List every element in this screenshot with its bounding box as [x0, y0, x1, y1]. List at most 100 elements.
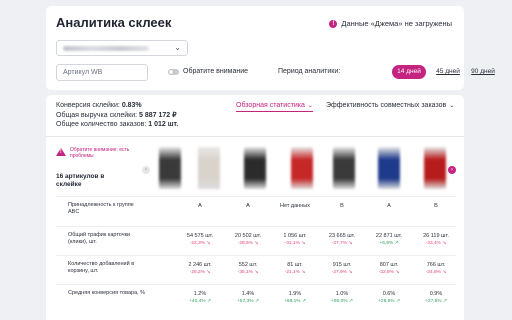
cell-value: 0.9%: [459, 291, 464, 298]
cell-delta: -27,9% ↘: [331, 270, 353, 275]
cell-value: 0.6%: [382, 291, 396, 297]
product-thumbnail[interactable]: [378, 147, 400, 189]
cell-value: B: [434, 203, 438, 209]
glue-select[interactable]: ⌄: [56, 40, 188, 56]
summary-stats: Конверсия склейки: 0.83% Общая выручка с…: [56, 101, 178, 130]
row-label: Количество добавлений в корзину, шт.: [68, 261, 135, 274]
table-cell: 807 шт. -22,8% ↘: [368, 262, 410, 276]
cell-value: 30 480 шт.: [459, 233, 464, 240]
table-cell: 54 575 шт. -22,3% ↘: [179, 233, 221, 247]
cell-delta: -28,6% ↘: [237, 241, 259, 246]
articles-count-line1: 16 артикулов в: [56, 173, 105, 180]
table-cell: 1.2% +40,4% ↗: [179, 291, 221, 305]
table-cell: 1.0% +90,0% ↗: [321, 291, 363, 305]
data-notice[interactable]: ! Данные «Джема» не загружены: [329, 19, 452, 28]
attention-toggle[interactable]: [168, 69, 179, 75]
table-cell: 20 502 шт. -28,6% ↘: [227, 233, 269, 247]
row-label: Общий трафик карточки (клики), шт.: [68, 232, 131, 245]
warning-icon: [56, 148, 66, 156]
product-thumbnail[interactable]: [333, 147, 355, 189]
cell-value: Нет данных: [280, 203, 310, 209]
conversion-label: Конверсия склейки:: [56, 102, 120, 109]
cell-value: A: [387, 203, 391, 209]
page-title: Аналитика склеек: [56, 15, 172, 30]
cell-delta: -24,8% ↘: [425, 270, 447, 275]
articles-count-line2: склейке: [56, 181, 82, 188]
orders-label: Общее количество заказов:: [56, 121, 147, 128]
product-thumbnail[interactable]: [424, 147, 446, 189]
tab-joint-orders-label: Эффективность совместных заказов: [326, 102, 447, 109]
article-input[interactable]: Артикул WB: [56, 64, 148, 81]
scroll-left-button[interactable]: ‹: [142, 166, 150, 174]
table-cell: 0.9% +27,5% ↗: [415, 291, 457, 305]
tab-joint-orders[interactable]: Эффективность совместных заказов ⌄: [326, 102, 454, 109]
table-cell: 915 шт. -27,9% ↘: [321, 262, 363, 276]
row-divider: [56, 196, 456, 197]
cell-delta: -23,4% ↘: [425, 241, 447, 246]
cell-value: 1.0%: [335, 291, 349, 297]
cell-value: 22 871 шт.: [375, 233, 403, 239]
table-cell: 26 119 шт. -23,4% ↘: [415, 233, 457, 247]
selected-value-blurred: [63, 46, 149, 51]
revenue-label: Общая выручка склейки:: [56, 111, 138, 119]
chevron-down-icon: ⌄: [174, 43, 181, 52]
table-cell: 2 246 шт. -28,2% ↘: [179, 262, 221, 276]
cell-delta: +27,5% ↗: [425, 299, 447, 304]
cell-delta: -22,3% ↘: [189, 241, 211, 246]
header-card: Аналитика склеек ! Данные «Джема» не заг…: [46, 6, 495, 90]
table-cell: 23 665 шт. -27,7% ↘: [321, 233, 363, 247]
product-thumbnail[interactable]: [291, 147, 313, 189]
cell-delta: -22,8% ↘: [378, 270, 400, 275]
cell-value: 0.9%: [429, 291, 443, 297]
table-cell: 1.4% +57,3% ↗: [227, 291, 269, 305]
cell-delta: -31,1% ↘: [284, 241, 306, 246]
period-90-button[interactable]: 90 дней: [470, 65, 496, 79]
tab-overview[interactable]: Обзорная статистика ⌄: [236, 102, 313, 112]
table-cell: 0.9%+63,4% ↗: [459, 291, 464, 305]
table-cell: B: [415, 203, 457, 210]
table-cell: Нет данных: [274, 203, 316, 210]
period-14-button[interactable]: 14 дней: [392, 65, 426, 79]
cell-value: 81 шт.: [287, 262, 303, 268]
cell-value: A: [459, 203, 464, 210]
table-cell: 552 шт. -35,1% ↘: [227, 262, 269, 276]
conversion-value: 0.83%: [121, 102, 142, 109]
cell-delta: -27,7% ↘: [331, 241, 353, 246]
notice-text: Данные «Джема» не загружены: [341, 19, 452, 28]
cell-value: 54 575 шт.: [186, 233, 214, 239]
cell-value: 807 шт.: [379, 262, 399, 268]
table-cell: A: [459, 203, 464, 210]
cell-value: 1 056 шт.: [283, 233, 307, 239]
cell-value: 1.2%: [193, 291, 207, 297]
cell-value: 20 502 шт.: [234, 233, 262, 239]
table-cell: 0.6% +28,5% ↗: [368, 291, 410, 305]
cell-value: 26 119 шт.: [423, 233, 449, 239]
cell-delta: -35,1% ↘: [237, 270, 259, 275]
chevron-down-icon: ⌄: [307, 103, 313, 109]
attention-toggle-label: Обратите внимание: [183, 68, 249, 75]
scroll-right-button[interactable]: ›: [448, 166, 456, 174]
warning-text: Обратите внимание: есть проблемы: [70, 147, 130, 159]
cell-value: A: [198, 203, 202, 209]
articles-count: 16 артикулов в склейке: [56, 173, 136, 189]
product-thumbnail[interactable]: [198, 147, 220, 189]
row-divider: [56, 284, 456, 285]
product-thumbnail[interactable]: [159, 147, 181, 189]
cell-value: 2 246 шт.: [188, 262, 212, 268]
cell-value: 766 шт.: [426, 262, 446, 268]
cell-value: 1 335 шт.: [459, 262, 464, 269]
row-label: Средняя конверсия товара, %: [68, 290, 146, 296]
row-divider: [56, 255, 456, 256]
cell-value: B: [340, 203, 344, 209]
table-cell: A: [227, 203, 269, 210]
table-cell: 1 056 шт. -31,1% ↘: [274, 233, 316, 247]
cell-value: 1.4%: [241, 291, 255, 297]
cell-delta: +63,4% ↗: [459, 298, 464, 305]
product-thumbnail[interactable]: [244, 147, 266, 189]
divider: [46, 136, 464, 137]
period-label: Период аналитики:: [278, 68, 341, 75]
cell-value: A: [246, 203, 250, 209]
table-cell: B: [321, 203, 363, 210]
chevron-down-icon: ⌄: [449, 103, 455, 109]
period-45-button[interactable]: 45 дней: [434, 65, 462, 79]
